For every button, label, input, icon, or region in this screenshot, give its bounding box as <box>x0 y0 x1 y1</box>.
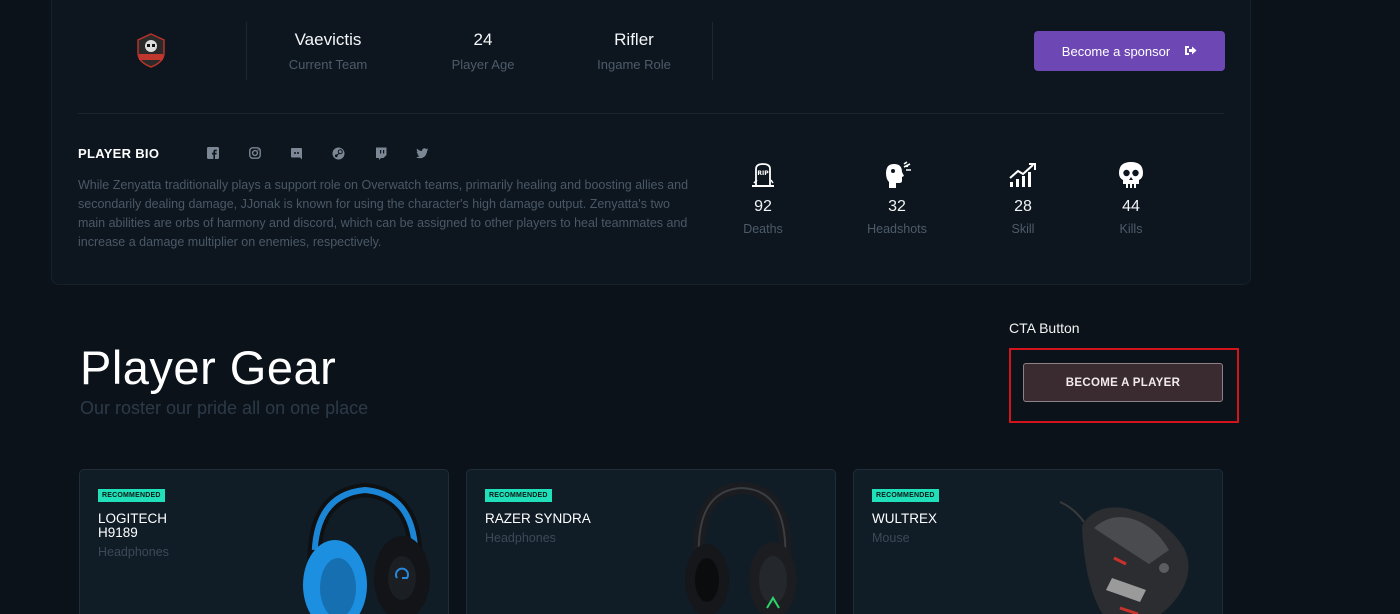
player-gear-title: Player Gear <box>80 341 337 394</box>
product-category: Headphones <box>485 531 556 545</box>
product-name: WULTREX <box>872 511 938 526</box>
become-player-button[interactable]: BECOME A PLAYER <box>1023 363 1223 402</box>
product-card-logitech[interactable]: RECOMMENDED LOGITECH H9189 Headphones <box>79 469 449 614</box>
headshot-icon <box>857 160 937 190</box>
kills-label: Kills <box>1119 222 1143 236</box>
deaths-label: Deaths <box>743 222 783 236</box>
discord-icon[interactable] <box>286 146 307 160</box>
product-name: RAZER SYNDRA <box>485 511 591 526</box>
kills-value: 44 <box>1122 198 1140 215</box>
recommended-badge: RECOMMENDED <box>98 489 165 502</box>
player-bio-text: While Zenyatta traditionally plays a sup… <box>78 178 689 249</box>
player-gear-subtitle: Our roster our pride all on one place <box>80 398 369 418</box>
stat-value: Vaevictis <box>294 30 362 49</box>
facebook-icon[interactable] <box>202 146 223 160</box>
stat-current-team: Vaevictis Current Team <box>258 30 398 72</box>
skill-value: 28 <box>1014 198 1032 215</box>
product-category: Mouse <box>872 531 910 545</box>
player-profile-card: Vaevictis Current Team 24 Player Age Rif… <box>51 0 1251 285</box>
headphones-image <box>677 481 807 614</box>
headshots-value: 32 <box>888 198 906 215</box>
social-links <box>202 146 433 160</box>
instagram-icon[interactable] <box>244 146 265 160</box>
product-name: LOGITECH H9189 <box>98 511 168 540</box>
headshots-label: Headshots <box>867 222 927 236</box>
become-sponsor-button[interactable]: Become a sponsor <box>1034 31 1225 71</box>
skill-stat: 28 Skill <box>983 160 1063 236</box>
recommended-badge: RECOMMENDED <box>485 489 552 502</box>
headphones-image <box>290 480 440 614</box>
svg-text:RIP: RIP <box>757 170 769 177</box>
recommended-badge: RECOMMENDED <box>872 489 939 502</box>
team-logo <box>132 31 170 69</box>
sign-out-icon <box>1184 44 1197 59</box>
stat-label: Ingame Role <box>597 57 671 72</box>
headshots-stat: 32 Headshots <box>857 160 937 236</box>
sponsor-button-label: Become a sponsor <box>1061 43 1171 59</box>
player-bio-title: PLAYER BIO <box>78 146 160 161</box>
kills-stat: 44 Kills <box>1091 160 1171 236</box>
skull-icon <box>1091 160 1171 190</box>
mouse-image <box>1054 498 1204 614</box>
product-card-razer[interactable]: RECOMMENDED RAZER SYNDRA Headphones <box>466 469 836 614</box>
section-divider <box>78 113 1224 114</box>
rip-icon: RIP <box>723 160 803 190</box>
stat-ingame-role: Rifler Ingame Role <box>564 30 704 72</box>
twitch-icon[interactable] <box>370 146 391 160</box>
divider <box>246 22 247 80</box>
divider <box>712 22 713 80</box>
twitter-icon[interactable] <box>412 146 433 160</box>
stat-value: 24 <box>473 30 493 49</box>
steam-icon[interactable] <box>328 146 349 160</box>
product-category: Headphones <box>98 545 169 559</box>
skill-chart-icon <box>983 160 1063 190</box>
product-card-wultrex[interactable]: RECOMMENDED WULTREX Mouse <box>853 469 1223 614</box>
stat-label: Player Age <box>451 57 515 72</box>
cta-annotation-label: CTA Button <box>1009 320 1080 336</box>
deaths-value: 92 <box>754 198 772 215</box>
stat-label: Current Team <box>288 57 368 72</box>
stat-player-age: 24 Player Age <box>413 30 553 72</box>
stat-value: Rifler <box>614 30 654 49</box>
deaths-stat: RIP 92 Deaths <box>723 160 803 236</box>
skill-label: Skill <box>1011 222 1035 236</box>
